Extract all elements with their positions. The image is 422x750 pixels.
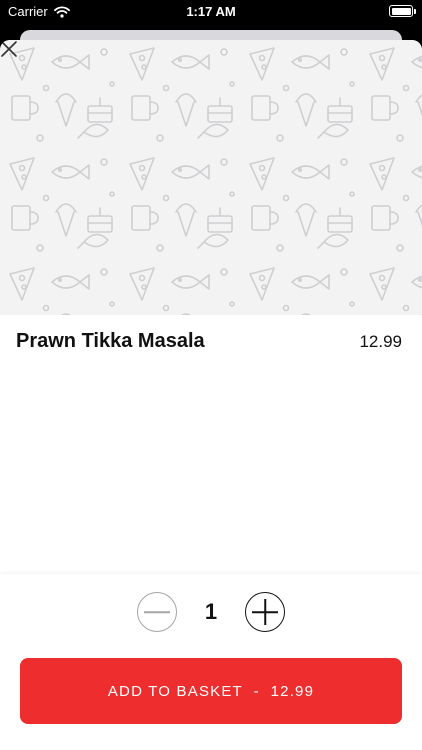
status-bar: Carrier 1:17 AM (0, 0, 422, 24)
add-to-basket-price: 12.99 (270, 682, 315, 700)
quantity-value: 1 (204, 599, 218, 624)
battery-icon (389, 5, 416, 17)
decrease-quantity-button[interactable] (137, 592, 177, 632)
minus-icon (144, 611, 170, 613)
add-to-basket-label: ADD TO BASKET (107, 682, 243, 700)
item-detail-sheet: Prawn Tikka Masala 12.99 1 ADD TO BASKET… (0, 40, 422, 750)
quantity-stepper: 1 (0, 592, 422, 632)
food-doodle-pattern (0, 40, 422, 315)
item-name: Prawn Tikka Masala (16, 330, 205, 352)
order-footer: 1 ADD TO BASKET - 12.99 (0, 574, 422, 750)
plus-icon-vertical (264, 599, 266, 625)
status-time: 1:17 AM (186, 4, 236, 19)
increase-quantity-button[interactable] (245, 592, 285, 632)
item-price: 12.99 (359, 331, 402, 351)
close-icon[interactable] (0, 40, 18, 58)
add-to-basket-separator: - (242, 682, 271, 700)
add-to-basket-button[interactable]: ADD TO BASKET - 12.99 (20, 658, 402, 724)
item-header: Prawn Tikka Masala 12.99 (16, 330, 402, 353)
item-image-placeholder (0, 40, 422, 315)
